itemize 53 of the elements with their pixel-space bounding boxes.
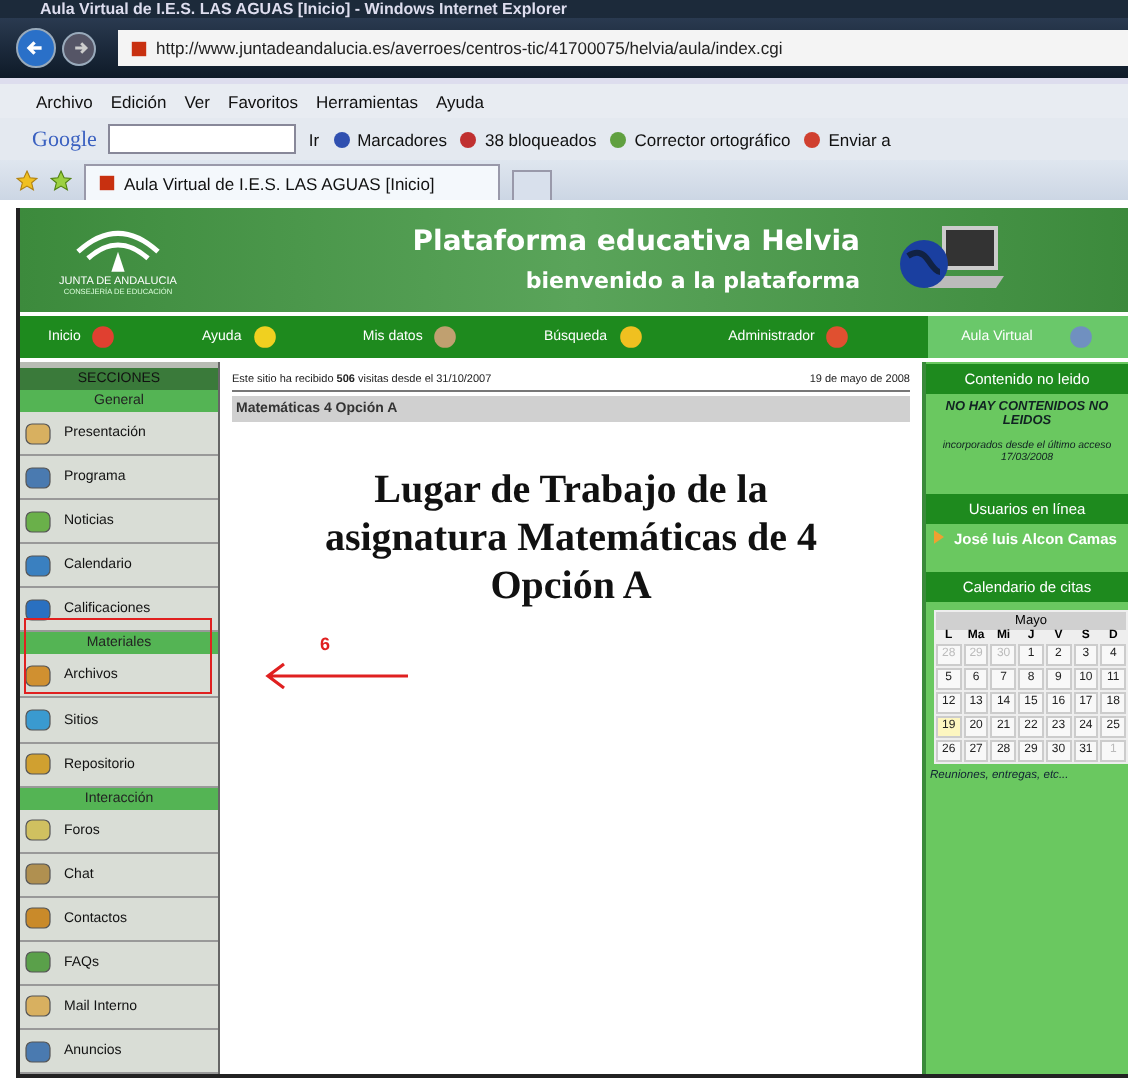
menu-item[interactable]: Archivo	[36, 91, 93, 111]
new-tab-button[interactable]	[512, 170, 552, 200]
section-icon	[24, 992, 52, 1021]
window-title: Aula Virtual de I.E.S. LAS AGUAS [Inicio] - Windows Internet Explorer	[40, 0, 568, 18]
bullet-icon	[934, 530, 944, 544]
nav-icon	[617, 324, 643, 350]
section-icon	[24, 816, 52, 845]
nav-icon	[432, 324, 459, 350]
section-icon	[24, 948, 52, 977]
toolbar-icon	[608, 129, 629, 149]
section-icon	[24, 551, 52, 580]
toolbar-button[interactable]: Enviar a	[802, 129, 891, 149]
page-heading: Lugar de Trabajo de la asignatura Matemáticas de 4 Opción A	[322, 466, 820, 610]
page-icon	[130, 39, 148, 57]
google-logo: Google	[32, 127, 97, 151]
browser-tab[interactable]: Aula Virtual de I.E.S. LAS AGUAS [Inicio]	[84, 164, 500, 200]
annotation-number: 6	[320, 634, 331, 654]
section-icon	[24, 1037, 52, 1066]
menu-item[interactable]: Favoritos	[228, 91, 298, 111]
banner-title: Plataforma educativa Helvia	[412, 226, 860, 258]
menu-item[interactable]: Ayuda	[436, 91, 484, 111]
menu-item[interactable]: Ver	[184, 91, 210, 111]
toolbar-icon	[802, 129, 823, 149]
section-icon	[24, 463, 52, 492]
section-icon	[24, 661, 52, 690]
nav-icon	[824, 324, 851, 350]
back-button[interactable]	[16, 28, 56, 68]
section-icon	[24, 507, 52, 536]
search-field[interactable]	[108, 124, 297, 154]
address-field[interactable]: http://www.juntadeandalucia.es/averroes/centros-tic/41700075/helvia/aula/index.cgi	[118, 30, 1128, 66]
section-icon	[24, 904, 52, 933]
nav-icon	[1068, 324, 1095, 350]
forward-button[interactable]	[62, 31, 96, 65]
section-icon	[24, 419, 52, 448]
menu-item[interactable]: Edición	[110, 91, 167, 111]
toolbar-button[interactable]: Marcadores	[331, 129, 447, 149]
page-icon	[98, 174, 116, 192]
section-icon	[24, 860, 52, 889]
favorites-star-icon[interactable]	[16, 169, 38, 191]
add-favorite-icon[interactable]	[50, 169, 72, 191]
toolbar-icon	[458, 129, 479, 149]
toolbar-button[interactable]: Corrector ortográfico	[608, 129, 791, 149]
toolbar-icon	[331, 129, 352, 149]
go-button[interactable]: Ir	[308, 129, 320, 149]
toolbar-button[interactable]: 38 bloqueados	[458, 129, 597, 149]
nav-icon	[90, 324, 117, 350]
section-icon	[24, 595, 52, 624]
section-icon	[24, 706, 52, 734]
menu-item[interactable]: Herramientas	[315, 91, 418, 111]
section-icon	[24, 750, 52, 779]
banner-subtitle: bienvenido a la plataforma	[525, 268, 860, 294]
annotation-arrow	[264, 662, 408, 690]
nav-icon	[251, 324, 278, 350]
